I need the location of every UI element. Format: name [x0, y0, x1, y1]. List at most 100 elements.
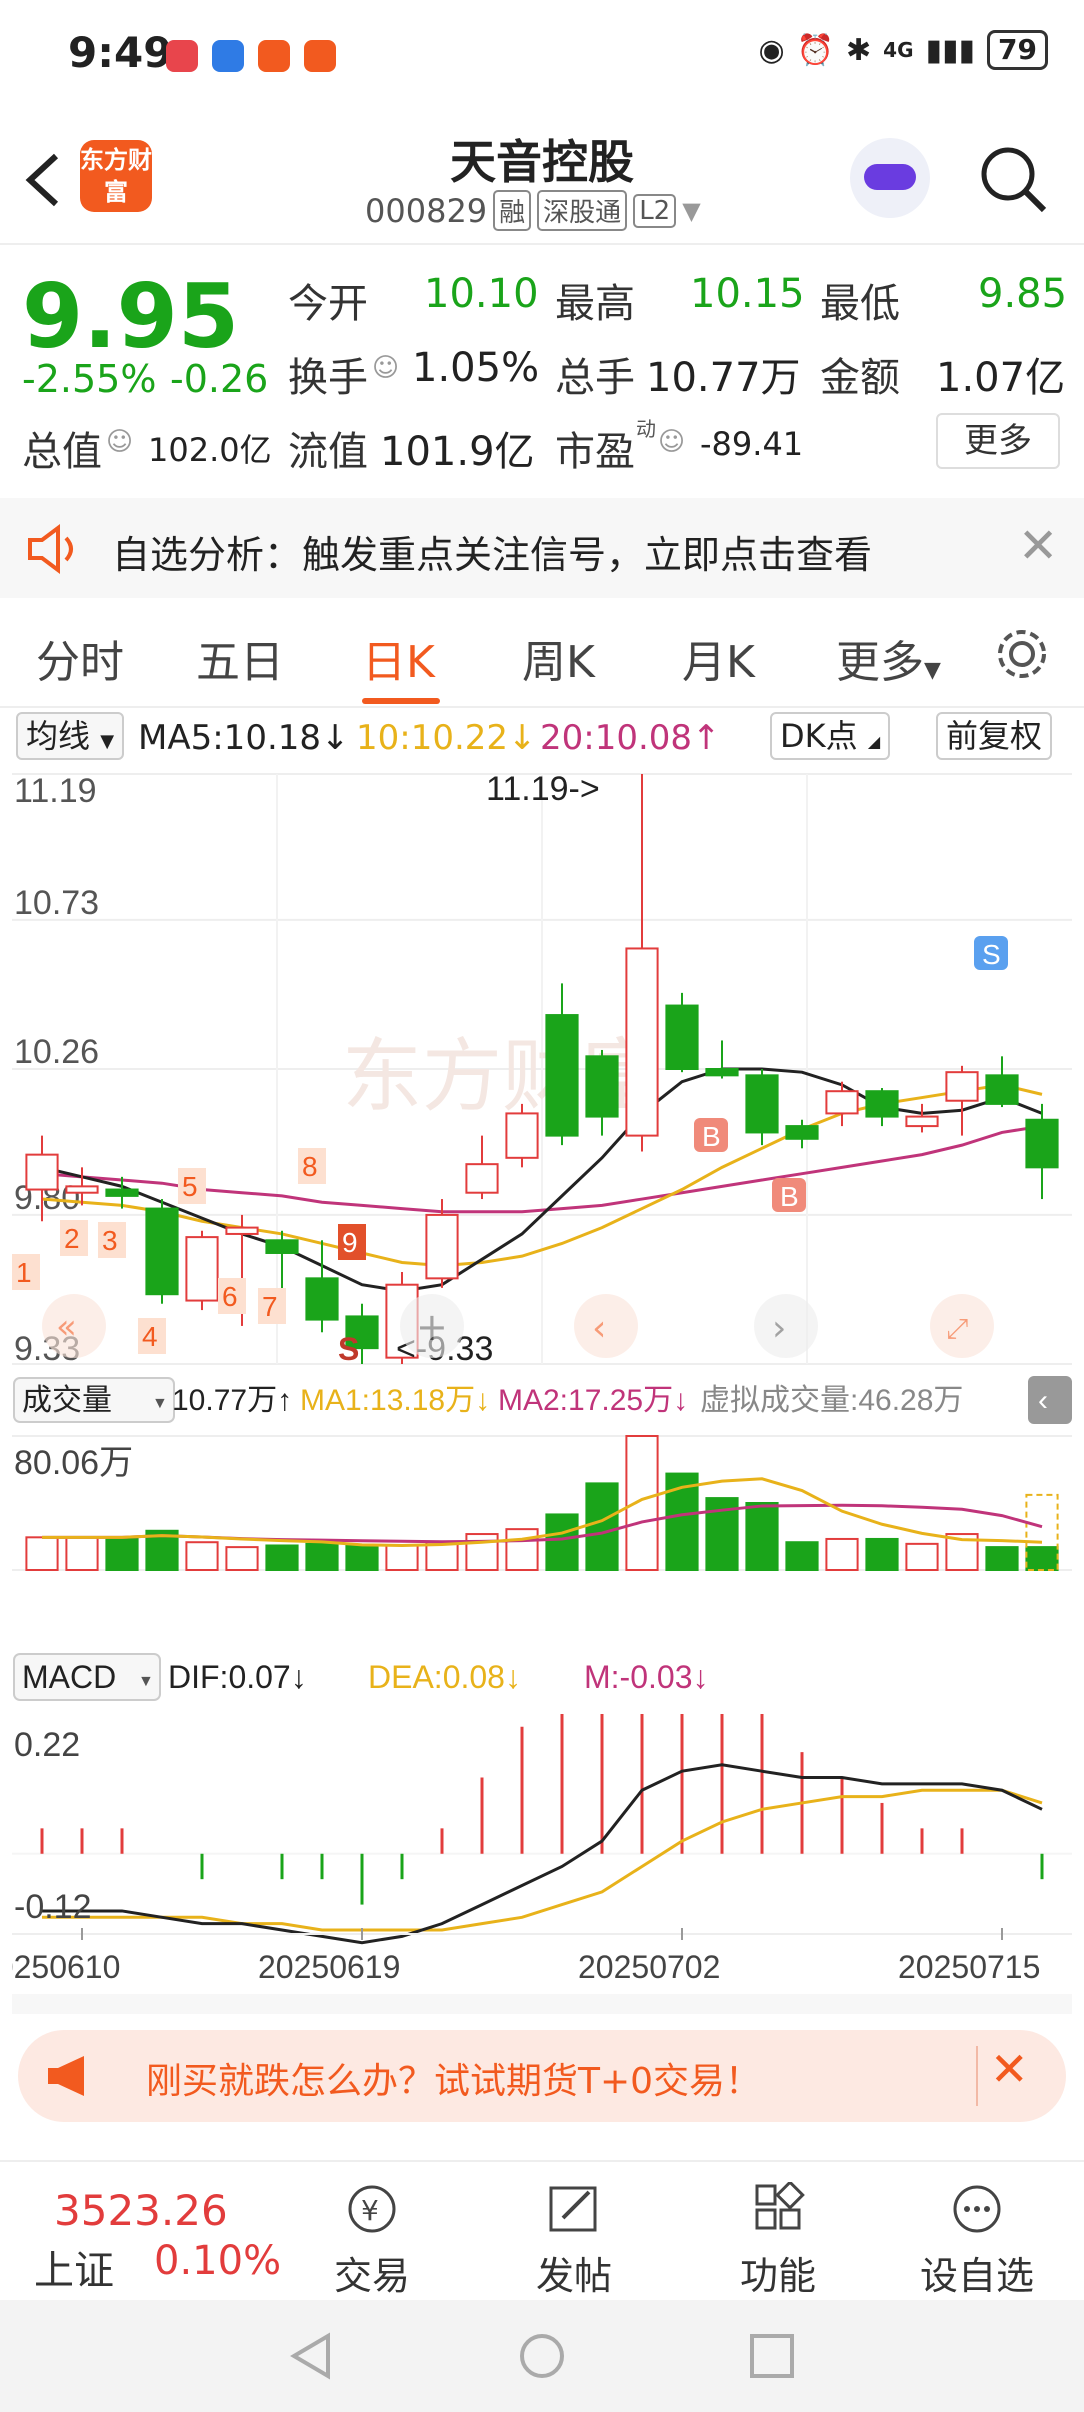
candle-body: [265, 1239, 299, 1254]
analysis-banner[interactable]: 自选分析：触发重点关注信号，立即点击查看 ✕: [0, 498, 1084, 598]
tab-monthly-k[interactable]: 月K: [682, 626, 755, 690]
search-icon[interactable]: [978, 144, 1050, 216]
close-icon[interactable]: ✕: [990, 2042, 1029, 2096]
amount-label: 金额: [820, 355, 900, 401]
ad-text: 刚买就跌怎么办？试试期货T+0交易！: [146, 2061, 762, 2102]
svg-text:¥: ¥: [361, 2194, 379, 2227]
period-tabs: 分时 五日 日K 周K 月K 更多▼: [0, 598, 1084, 708]
system-nav-bar: [0, 2300, 1084, 2412]
price-axis-label: 10.26: [14, 1033, 99, 1071]
settings-gear-icon[interactable]: [994, 626, 1050, 682]
nav-trade[interactable]: ¥ 交易: [334, 2182, 410, 2300]
recents-square-icon[interactable]: [746, 2330, 798, 2382]
volume-select-label: 成交量: [22, 1384, 112, 1417]
candle-body: [825, 1090, 859, 1115]
candle-body: [185, 1236, 219, 1302]
sequence-marker: 7: [262, 1291, 278, 1322]
more-quote-button[interactable]: 更多: [936, 413, 1060, 469]
tab-fiveday[interactable]: 五日: [196, 626, 284, 690]
ma-select[interactable]: 均线 ▼: [16, 712, 125, 760]
macd-dif: DIF:0.07↓: [168, 1659, 307, 1695]
chevron-right-icon: ›: [772, 1308, 786, 1349]
volume-label: 总手: [555, 355, 635, 401]
tab-weekly-k[interactable]: 周K: [522, 626, 595, 690]
expand-icon: ⤢: [946, 1312, 968, 1345]
index-pct[interactable]: 0.10%: [154, 2238, 281, 2284]
ma-indicator-bar: 均线 ▼ MA5:10.18↓ 10:10.22↓ 20:10.08↑ DK点 …: [0, 708, 1084, 764]
high-value: 10.15: [690, 271, 805, 317]
banner-text: 自选分析：触发重点关注信号，立即点击查看: [112, 533, 873, 577]
macd-select-label: MACD: [22, 1659, 116, 1695]
sell-signal-marker: S: [982, 939, 1001, 970]
robot-assistant-icon[interactable]: [850, 138, 930, 218]
volume-now: 10.77万↑: [172, 1384, 292, 1417]
divider: [976, 2046, 978, 2106]
active-tab-indicator: [362, 698, 440, 704]
volume-bar: [185, 1541, 219, 1571]
volume-bar: [865, 1537, 899, 1572]
date-label: 20250715: [898, 1949, 1040, 1985]
sequence-marker: 6: [222, 1281, 238, 1312]
sequence-marker: 1: [16, 1257, 32, 1288]
index-name[interactable]: 上证: [34, 2238, 114, 2296]
buy-marker: B: [702, 1121, 721, 1152]
volume-bar: [65, 1536, 99, 1572]
nav-add-watchlist[interactable]: 设自选: [920, 2182, 1034, 2300]
status-bar: 9:49 ◉ ⏰ ✱ 4G ▮▮▮ 79: [0, 0, 1084, 110]
info-icon[interactable]: ☺: [658, 427, 685, 457]
sequence-marker: 8: [302, 1151, 318, 1182]
change-percent: -2.55%: [22, 357, 157, 401]
volume-bar: [625, 1435, 659, 1571]
more-dots-icon: [953, 2185, 1001, 2233]
virtual-volume: 虚拟成交量:46.28万: [700, 1384, 963, 1417]
macd-axis-top: 0.22: [14, 1726, 80, 1764]
float-value: 101.9亿: [380, 429, 535, 475]
candle-body: [665, 1004, 699, 1071]
sequence-marker: 2: [64, 1223, 80, 1254]
bluetooth-icon: ✱: [846, 32, 872, 68]
home-circle-icon[interactable]: [516, 2330, 568, 2382]
candle-body: [585, 1055, 619, 1118]
date-label: 20250619: [258, 1949, 400, 1985]
signal-bars-icon: ▮▮▮: [925, 32, 976, 68]
double-left-icon: «: [56, 1307, 77, 1347]
volume-bar: [105, 1536, 139, 1572]
adjust-select[interactable]: 前复权: [936, 712, 1053, 760]
close-icon[interactable]: ✕: [1018, 518, 1058, 574]
megaphone-icon: [48, 2056, 84, 2096]
futures-ad-banner[interactable]: 刚买就跌怎么办？试试期货T+0交易！ ✕: [18, 2030, 1066, 2122]
nav-post-label: 发帖: [536, 2254, 613, 2298]
volume-bar: [465, 1533, 499, 1571]
sequence-marker: 4: [142, 1321, 158, 1352]
change-amount: -0.26: [170, 357, 269, 401]
volume-bar: [505, 1528, 539, 1572]
collapse-side-button[interactable]: [1028, 1376, 1072, 1424]
dk-select[interactable]: DK点 ◢: [770, 712, 891, 760]
nav-post[interactable]: 发帖: [536, 2182, 612, 2300]
dropdown-arrow-icon: ▼: [152, 1395, 168, 1412]
turnover-label: 换手: [288, 355, 368, 401]
kline-chart[interactable]: 东方财富 11.1910.7310.269.809.33 20250610202…: [12, 764, 1072, 2014]
volume-bar: [1025, 1546, 1059, 1571]
tab-daily-k[interactable]: 日K: [362, 626, 435, 690]
candle-body: [225, 1226, 259, 1235]
sequence-marker: 3: [102, 1225, 118, 1256]
last-price: 9.95: [22, 265, 240, 368]
tab-more[interactable]: 更多▼: [836, 626, 941, 690]
index-value[interactable]: 3523.26: [54, 2186, 228, 2235]
volume-axis-label: 80.06万: [14, 1444, 133, 1482]
back-triangle-icon[interactable]: [286, 2330, 336, 2382]
info-icon[interactable]: ☺: [372, 353, 399, 383]
app-notification-icon: [258, 40, 290, 72]
stock-code-line[interactable]: 000829 融 深股通 L2 ▼: [365, 190, 701, 231]
grid-icon: [755, 2180, 805, 2230]
volume-bar: [265, 1544, 299, 1571]
bottom-nav: 3523.26 上证 0.10% ¥ 交易 发帖 功能 设自选: [0, 2160, 1084, 2300]
candle-body: [25, 1153, 59, 1191]
speaker-icon: [28, 524, 73, 574]
nav-function[interactable]: 功能: [740, 2180, 816, 2300]
tab-timeshare[interactable]: 分时: [36, 626, 124, 690]
info-icon[interactable]: ☺: [106, 427, 133, 457]
volume-value: 10.77万: [646, 355, 801, 401]
pe-sup: 动: [636, 417, 656, 441]
